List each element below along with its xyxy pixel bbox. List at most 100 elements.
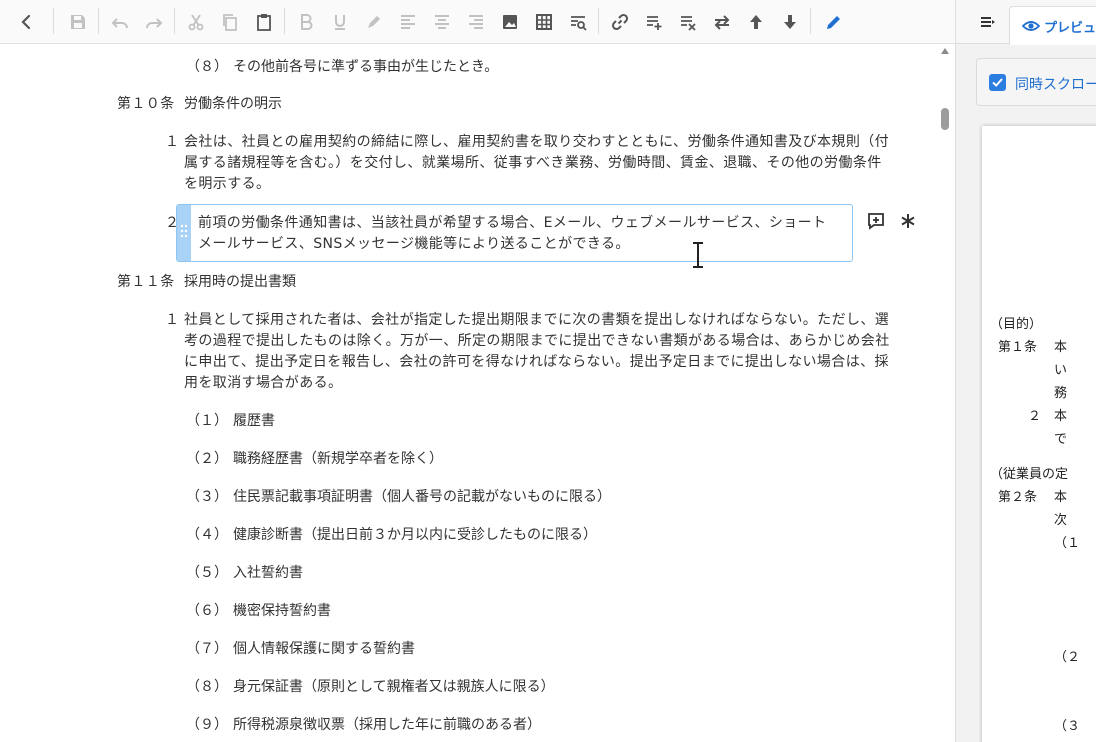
preview-text: （３	[1054, 719, 1081, 734]
toolbar-divider	[174, 8, 175, 34]
paragraph-line: 考の過程で提出したものは除く。万が一、所定の期限までに提出できない書類がある場合…	[184, 333, 890, 349]
article-number: 第１０条	[117, 96, 175, 112]
drag-handle-icon	[180, 224, 188, 238]
table-icon[interactable]	[529, 7, 559, 37]
checkmark-icon	[992, 78, 1003, 87]
article-title: 労働条件の明示	[184, 96, 282, 112]
list-item-number: （２）	[186, 451, 228, 467]
toolbar-divider	[810, 8, 811, 34]
list-item-number: （３）	[186, 489, 228, 505]
preview-text: （従業員の定	[990, 467, 1069, 482]
sync-scroll-option[interactable]: 同時スクロー	[976, 58, 1096, 106]
preview-text: で	[1054, 432, 1068, 447]
preview-text: 本	[1054, 409, 1068, 424]
preview-text: 務	[1054, 386, 1068, 401]
preview-text: 本	[1054, 490, 1068, 505]
article-title: 採用時の提出書類	[184, 274, 296, 290]
move-down-icon[interactable]	[775, 7, 805, 37]
paragraph-line[interactable]: メールサービス、SNSメッセージ機能等により送ることができる。	[198, 237, 630, 251]
preview-text: 次	[1054, 513, 1068, 528]
asterisk-icon[interactable]	[898, 211, 918, 231]
cut-icon[interactable]	[181, 7, 211, 37]
toolbar-divider	[98, 8, 99, 34]
scroll-up-arrow-icon[interactable]	[941, 48, 949, 54]
item-number: （８）	[186, 59, 228, 75]
paragraph-line: 用を取消す場合がある。	[184, 375, 343, 391]
preview-text: い	[1054, 363, 1068, 378]
selected-paragraph-block[interactable]	[176, 204, 853, 262]
preview-text: （２	[1054, 650, 1081, 665]
image-icon[interactable]	[495, 7, 525, 37]
search-icon[interactable]	[563, 7, 593, 37]
list-item-text: 所得税源泉徴収票（採用した年に前職のある者）	[233, 717, 541, 733]
preview-text: （目的）	[990, 317, 1043, 332]
list-item-number: （８）	[186, 679, 228, 695]
paragraph-line: を明示する。	[184, 176, 271, 192]
link-icon[interactable]	[605, 7, 635, 37]
sync-scroll-checkbox[interactable]	[989, 74, 1006, 91]
list-item-text: 個人情報保護に関する誓約書	[233, 641, 415, 657]
list-item-number: （７）	[186, 641, 228, 657]
list-item-number: （６）	[186, 603, 228, 619]
list-item-text: 機密保持誓約書	[233, 603, 331, 619]
bold-icon[interactable]	[291, 7, 321, 37]
item-text: その他前各号に準ずる事由が生じたとき。	[233, 59, 499, 75]
preview-page: （目的） 第１条 本 い 務 ２ 本 で （従業員の定 第２条 本 次 （１ （…	[982, 126, 1096, 742]
list-item-text: 健康診断書（提出日前３か月以内に受診したものに限る）	[233, 527, 597, 543]
redo-icon[interactable]	[139, 7, 169, 37]
tab-preview[interactable]: プレビュ	[1009, 6, 1096, 45]
preview-panel: プレビュ 同時スクロー （目的） 第１条 本 い 務 ２ 本 で （従業員の定 …	[955, 0, 1096, 742]
list-item-text: 履歴書	[233, 413, 275, 429]
toolbar-divider	[284, 8, 285, 34]
list-item-text: 職務経歴書（新規学卒者を除く）	[233, 451, 443, 467]
align-left-icon[interactable]	[393, 7, 423, 37]
back-icon[interactable]	[11, 7, 41, 37]
list-item-text: 入社誓約書	[233, 565, 303, 581]
paragraph-line: 社員として採用された者は、会社が指定した提出期限までに次の書類を提出しなければな…	[184, 312, 890, 328]
paragraph-number: １	[165, 134, 179, 150]
list-item-text: 住民票記載事項証明書（個人番号の記載がないものに限る）	[233, 489, 611, 505]
outline-menu-icon[interactable]	[979, 14, 997, 30]
eye-icon	[1022, 21, 1040, 31]
align-right-icon[interactable]	[461, 7, 491, 37]
preview-text: 本	[1054, 340, 1068, 355]
paragraph-line: 会社は、社員との雇用契約の締結に際し、雇用契約書を取り交わすとともに、労働条件通…	[184, 134, 890, 150]
align-center-icon[interactable]	[427, 7, 457, 37]
toolbar-divider	[53, 8, 54, 34]
list-item-number: （４）	[186, 527, 228, 543]
underline-icon[interactable]	[325, 7, 355, 37]
preview-text: 第１条	[998, 340, 1038, 355]
preview-text: ２	[1028, 409, 1042, 424]
list-item-text: 身元保証書（原則として親権者又は親族人に限る）	[233, 679, 555, 695]
toolbar-divider	[598, 8, 599, 34]
paragraph-line[interactable]: 前項の労働条件通知書は、当該社員が希望する場合、Eメール、ウェブメールサービス、…	[198, 216, 826, 230]
document-editor[interactable]: （８） その他前各号に準ずる事由が生じたとき。 第１０条 労働条件の明示 １ 会…	[0, 44, 955, 742]
list-item-number: （９）	[186, 717, 228, 733]
highlight-icon[interactable]	[359, 7, 389, 37]
preview-text: （１	[1054, 536, 1081, 551]
move-up-icon[interactable]	[741, 7, 771, 37]
panel-tab-bar: プレビュ	[956, 0, 1096, 45]
list-item-number: （５）	[186, 565, 228, 581]
add-comment-icon[interactable]	[866, 211, 886, 231]
remove-format-icon[interactable]	[673, 7, 703, 37]
paragraph-line: に申出て、提出予定日を報告し、会社の許可を得なければならない。提出予定日までに提…	[184, 354, 889, 370]
add-row-icon[interactable]	[639, 7, 669, 37]
paragraph-number: １	[165, 312, 179, 328]
editor-toolbar	[0, 0, 955, 44]
article-number: 第１１条	[117, 274, 175, 290]
undo-icon[interactable]	[105, 7, 135, 37]
drag-handle[interactable]	[177, 205, 191, 261]
preview-text: 第２条	[998, 490, 1038, 505]
paragraph-line: 属する諸規程等を含む。）を交付し、就業場所、従事すべき業務、労働時間、賃金、退職…	[184, 155, 882, 171]
vertical-scrollbar[interactable]	[937, 44, 953, 742]
save-icon[interactable]	[63, 7, 93, 37]
paste-icon[interactable]	[249, 7, 279, 37]
text-cursor-icon	[693, 242, 703, 268]
swap-icon[interactable]	[707, 7, 737, 37]
copy-icon[interactable]	[215, 7, 245, 37]
sync-scroll-label: 同時スクロー	[1015, 77, 1096, 93]
list-item-number: （１）	[186, 413, 228, 429]
edit-icon[interactable]	[819, 7, 849, 37]
scrollbar-thumb[interactable]	[941, 108, 949, 130]
